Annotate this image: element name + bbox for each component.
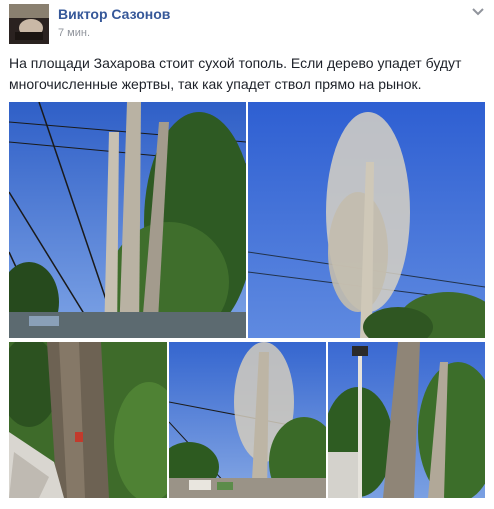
post-photo-2[interactable]	[248, 102, 485, 338]
post-photo-1[interactable]	[9, 102, 246, 338]
post-photo-5[interactable]	[328, 342, 485, 498]
author-name-link[interactable]: Виктор Сазонов	[58, 6, 170, 22]
post-text: На площади Захарова стоит сухой тополь. …	[9, 55, 462, 92]
facebook-post: Виктор Сазонов 7 мин. На площади Захаров…	[0, 0, 494, 509]
post-timestamp[interactable]: 7 мин.	[58, 27, 90, 39]
post-photo-3[interactable]	[9, 342, 167, 498]
avatar-image	[9, 4, 49, 44]
author-avatar[interactable]	[9, 4, 49, 44]
chevron-down-icon[interactable]	[472, 8, 484, 16]
post-photo-4[interactable]	[169, 342, 326, 498]
